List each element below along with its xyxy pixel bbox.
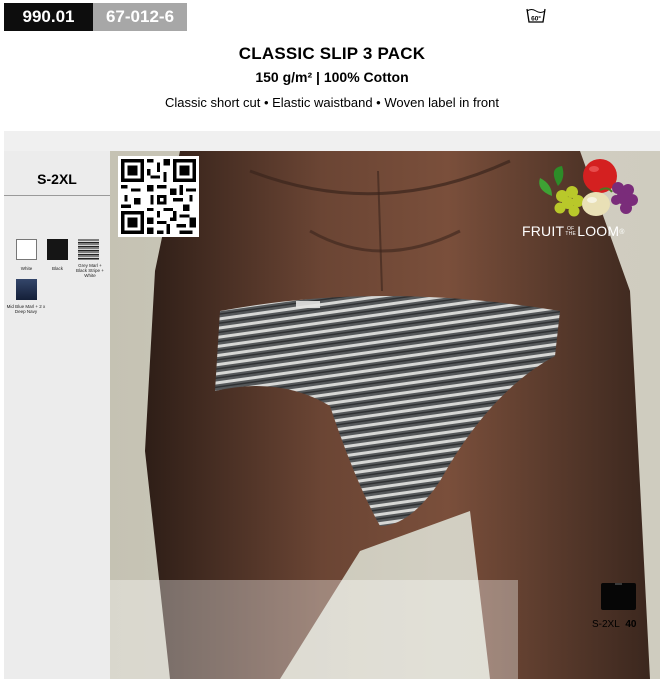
sidebar-panel: S-2XL White Black Grey Marl + Black Stri…: [4, 151, 110, 679]
color-label-black: Black: [51, 266, 63, 271]
color-swatch-black: [47, 239, 68, 260]
brand-word-loom: LOOM: [577, 223, 620, 239]
color-label-navy: Mid Blue Marl + 2 x Deep Navy: [6, 304, 46, 314]
wash-temperature: 60°: [531, 15, 541, 23]
size-range: S-2XL: [37, 171, 77, 187]
photo-overlay: [110, 580, 518, 679]
packaging-size: S-2XL: [592, 619, 620, 630]
color-swatch-grey-stripe: [78, 239, 99, 260]
color-swatch-white: [16, 239, 37, 260]
brand-word-fruit: FRUIT: [522, 223, 565, 239]
package-box-icon: [601, 583, 636, 610]
product-title: CLASSIC SLIP 3 PACK: [238, 44, 426, 63]
reference-code-tag: 67-012-6: [93, 3, 187, 31]
brand-word-ofthe: OF THE: [565, 226, 577, 238]
article-number-tag: 990.01: [4, 3, 93, 31]
qr-code[interactable]: [118, 156, 199, 237]
packaging-info: S-2XL 40: [592, 619, 636, 630]
color-label-grey-stripe: Grey Marl + Black Stripe + White: [76, 263, 104, 278]
brand-registered-mark: ®: [619, 228, 625, 236]
brand-wordmark: FRUIT OF THELOOM®: [522, 223, 658, 239]
color-label-white: White: [20, 266, 33, 271]
color-swatch-navy: [16, 279, 37, 300]
packaging-quantity: 40: [625, 619, 637, 630]
size-divider: [4, 195, 110, 196]
header-band: [4, 131, 660, 151]
product-features: Classic short cut • Elastic waistband • …: [164, 95, 499, 110]
product-subtitle: 150 g/m² | 100% Cotton: [255, 69, 409, 85]
wash-60-icon: 60°: [526, 8, 546, 23]
